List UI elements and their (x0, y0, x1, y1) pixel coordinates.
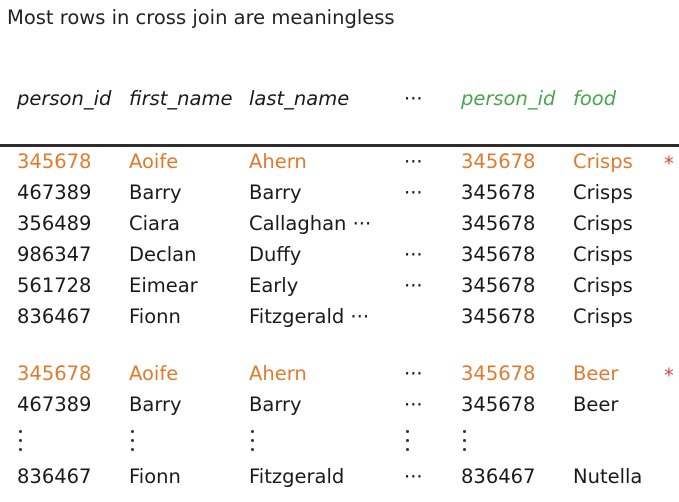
cell-last-name: Ahern (249, 362, 307, 385)
cell-food: Nutella (573, 465, 643, 488)
cell-last-name: Early (249, 274, 299, 297)
cell-food: Beer (573, 362, 619, 385)
vertical-ellipsis-icon (406, 430, 410, 452)
cell-first-name: Fionn (129, 465, 181, 488)
cell-person-id: 467389 (17, 393, 92, 416)
cell-food: Crisps (573, 243, 633, 266)
cell-food: Crisps (573, 150, 633, 173)
vertical-ellipsis-icon (251, 430, 255, 452)
cell-food: Beer (573, 393, 619, 416)
cell-last-name: Callaghan ··· (249, 212, 372, 235)
cell-person-id: 345678 (17, 150, 92, 173)
cell-food-person-id: 836467 (461, 465, 536, 488)
cell-person-id: 356489 (17, 212, 92, 235)
header-ellipsis: ··· (404, 87, 423, 110)
vertical-ellipsis-icon (131, 430, 135, 452)
header-food: food (573, 87, 617, 110)
cell-person-id: 467389 (17, 181, 92, 204)
header-rule (0, 144, 679, 147)
cell-last-name: Fitzgerald (249, 465, 345, 488)
cell-food-person-id: 345678 (461, 243, 536, 266)
cell-last-name: Barry (249, 393, 302, 416)
cell-food-person-id: 345678 (461, 181, 536, 204)
cell-first-name: Eimear (129, 274, 198, 297)
cell-last-name: Ahern (249, 150, 307, 173)
cell-first-name: Aoife (129, 362, 179, 385)
cell-ellipsis: ··· (404, 181, 423, 204)
cell-food-person-id: 345678 (461, 362, 536, 385)
cell-ellipsis: ··· (404, 274, 423, 297)
match-marker: * (664, 364, 674, 387)
cell-person-id: 561728 (17, 274, 92, 297)
cell-food-person-id: 345678 (461, 305, 536, 328)
cell-first-name: Fionn (129, 305, 181, 328)
cell-person-id: 836467 (17, 465, 92, 488)
header-first-name: first_name (129, 87, 233, 110)
cell-person-id: 345678 (17, 362, 92, 385)
match-marker: * (664, 152, 674, 175)
header-last-name: last_name (249, 87, 350, 110)
cell-food-person-id: 345678 (461, 274, 536, 297)
cell-person-id: 836467 (17, 305, 92, 328)
cell-food: Crisps (573, 181, 633, 204)
vertical-ellipsis-icon (19, 430, 23, 452)
cell-last-name: Barry (249, 181, 302, 204)
slide-title: Most rows in cross join are meaningless (7, 6, 395, 29)
header-food-person-id: person_id (461, 87, 556, 110)
cell-ellipsis: ··· (404, 362, 423, 385)
cell-first-name: Ciara (129, 212, 180, 235)
cell-person-id: 986347 (17, 243, 92, 266)
cell-food: Crisps (573, 305, 633, 328)
vertical-ellipsis-icon (463, 430, 467, 452)
cell-food: Crisps (573, 274, 633, 297)
cell-last-name: Duffy (249, 243, 302, 266)
cell-first-name: Aoife (129, 150, 179, 173)
cell-last-name: Fitzgerald ··· (249, 305, 370, 328)
header-person-id: person_id (17, 87, 112, 110)
cell-first-name: Barry (129, 181, 182, 204)
cell-ellipsis: ··· (404, 465, 423, 488)
cell-food: Crisps (573, 212, 633, 235)
cell-ellipsis: ··· (404, 243, 423, 266)
cell-first-name: Declan (129, 243, 197, 266)
cell-food-person-id: 345678 (461, 212, 536, 235)
cell-ellipsis: ··· (404, 393, 423, 416)
cell-first-name: Barry (129, 393, 182, 416)
cell-ellipsis: ··· (404, 150, 423, 173)
cell-food-person-id: 345678 (461, 150, 536, 173)
cell-food-person-id: 345678 (461, 393, 536, 416)
